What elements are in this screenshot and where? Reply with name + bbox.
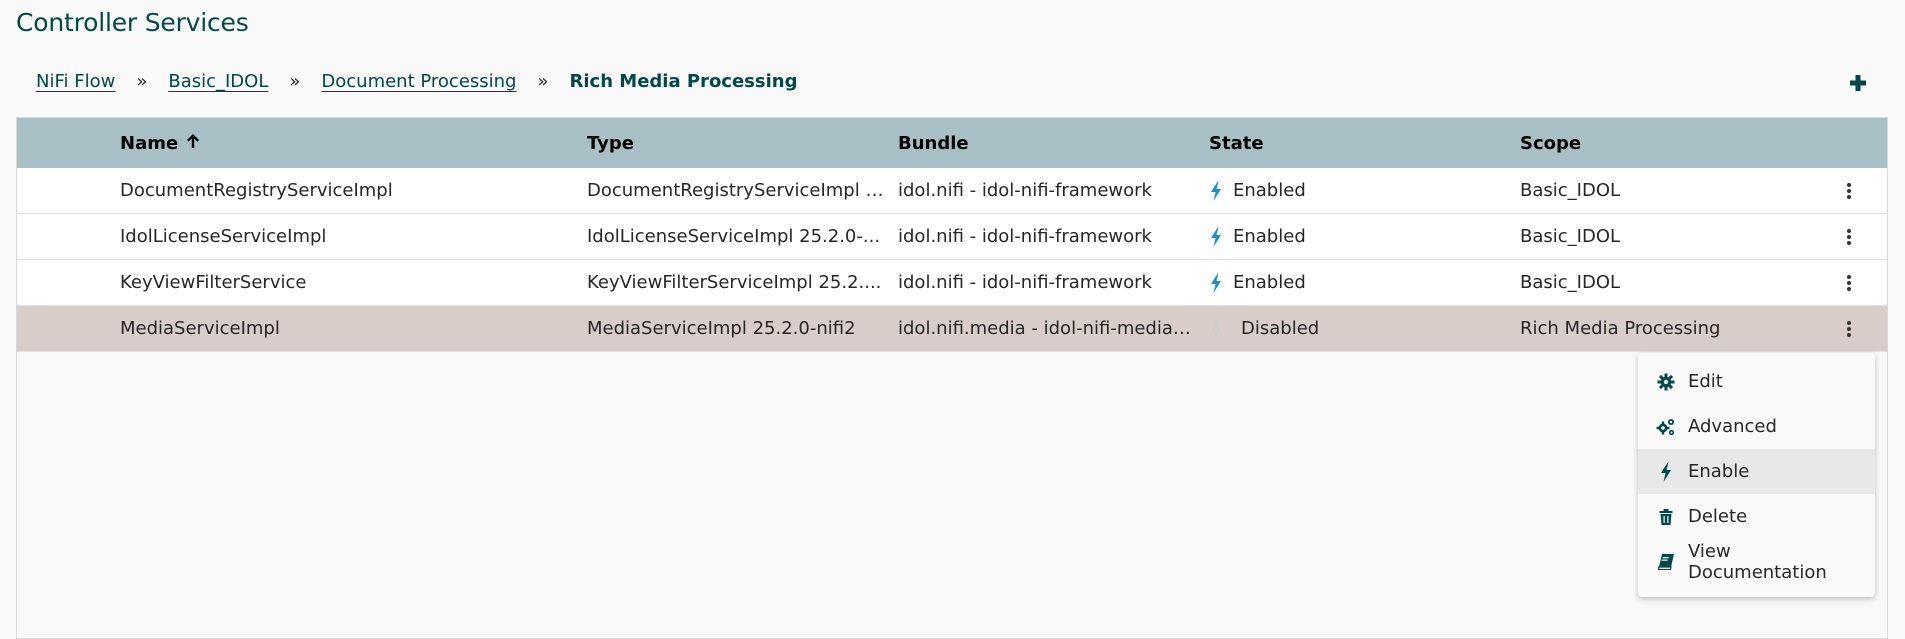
- more-vertical-icon: [1847, 182, 1851, 199]
- row-actions-button[interactable]: [1839, 182, 1859, 200]
- row-actions-button[interactable]: [1839, 228, 1859, 246]
- service-name: IdolLicenseServiceImpl: [120, 226, 327, 247]
- service-type: DocumentRegistryServiceImpl 2...: [587, 180, 887, 201]
- service-bundle: idol.nifi.media - idol-nifi-media-...: [898, 318, 1194, 339]
- menu-item-enable[interactable]: Enable: [1638, 449, 1875, 494]
- column-header-state[interactable]: State: [1209, 133, 1499, 154]
- controller-services-table: Name Type Bundle State Scope DocumentReg…: [16, 117, 1888, 639]
- service-state-label: Enabled: [1233, 272, 1306, 293]
- add-controller-service-button[interactable]: [1847, 72, 1869, 94]
- page-title: Controller Services: [16, 8, 249, 37]
- menu-item-edit[interactable]: Edit: [1638, 359, 1875, 404]
- row-actions-button[interactable]: [1839, 320, 1859, 338]
- service-bundle: idol.nifi - idol-nifi-framework: [898, 180, 1152, 201]
- service-scope: Basic_IDOL: [1520, 180, 1621, 201]
- row-context-menu: Edit Advanced Enable Delete View Documen…: [1638, 353, 1875, 597]
- service-state: Enabled: [1209, 226, 1499, 247]
- breadcrumb-separator: »: [537, 71, 549, 92]
- menu-item-view-documentation[interactable]: View Documentation: [1638, 539, 1875, 584]
- breadcrumb-current: Rich Media Processing: [569, 71, 798, 92]
- bolt-disabled-icon: [1209, 318, 1223, 339]
- column-header-name-label: Name: [120, 132, 179, 154]
- breadcrumb-separator: »: [136, 71, 148, 92]
- service-scope: Basic_IDOL: [1520, 226, 1621, 247]
- service-state-label: Disabled: [1241, 318, 1320, 339]
- service-type: MediaServiceImpl 25.2.0-nifi2: [587, 318, 856, 339]
- service-state-label: Enabled: [1233, 180, 1306, 201]
- breadcrumb: NiFi Flow » Basic_IDOL » Document Proces…: [36, 71, 797, 92]
- service-bundle: idol.nifi - idol-nifi-framework: [898, 226, 1152, 247]
- bolt-icon: [1211, 180, 1221, 201]
- menu-item-label: Enable: [1688, 461, 1750, 482]
- service-state: Enabled: [1209, 180, 1499, 201]
- breadcrumb-separator: »: [289, 71, 301, 92]
- trash-icon: [1656, 507, 1676, 527]
- service-name: KeyViewFilterService: [120, 272, 307, 293]
- table-row[interactable]: DocumentRegistryServiceImpl DocumentRegi…: [17, 168, 1887, 214]
- menu-item-label: Advanced: [1688, 416, 1777, 437]
- column-header-name[interactable]: Name: [120, 133, 570, 154]
- table-row[interactable]: IdolLicenseServiceImpl IdolLicenseServic…: [17, 214, 1887, 260]
- menu-item-label: Delete: [1688, 506, 1748, 527]
- service-name: MediaServiceImpl: [120, 318, 280, 339]
- column-header-scope[interactable]: Scope: [1520, 133, 1810, 154]
- table-row-selected[interactable]: MediaServiceImpl MediaServiceImpl 25.2.0…: [17, 306, 1887, 352]
- table-header: Name Type Bundle State Scope: [17, 118, 1887, 168]
- menu-item-delete[interactable]: Delete: [1638, 494, 1875, 539]
- menu-item-advanced[interactable]: Advanced: [1638, 404, 1875, 449]
- plus-icon: [1850, 75, 1866, 91]
- menu-item-label: View Documentation: [1687, 540, 1827, 583]
- row-actions-button[interactable]: [1839, 274, 1859, 292]
- book-icon: [1656, 552, 1676, 572]
- service-state: Disabled: [1209, 318, 1499, 339]
- breadcrumb-link-document-processing[interactable]: Document Processing: [321, 71, 516, 92]
- sort-ascending-icon: [186, 133, 200, 154]
- bolt-icon: [1656, 461, 1676, 482]
- bolt-icon: [1211, 226, 1221, 247]
- service-name: DocumentRegistryServiceImpl: [120, 180, 393, 201]
- service-state-label: Enabled: [1233, 226, 1306, 247]
- breadcrumb-link-nifi-flow[interactable]: NiFi Flow: [36, 71, 115, 92]
- more-vertical-icon: [1847, 320, 1851, 337]
- gears-icon: [1656, 417, 1676, 437]
- breadcrumb-link-basic-idol[interactable]: Basic_IDOL: [168, 71, 268, 92]
- service-scope: Basic_IDOL: [1520, 272, 1621, 293]
- column-header-type[interactable]: Type: [587, 133, 887, 154]
- menu-item-label: Edit: [1688, 371, 1723, 392]
- service-bundle: idol.nifi - idol-nifi-framework: [898, 272, 1152, 293]
- service-type: KeyViewFilterServiceImpl 25.2....: [587, 272, 882, 293]
- bolt-icon: [1211, 272, 1221, 293]
- more-vertical-icon: [1847, 228, 1851, 245]
- service-scope: Rich Media Processing: [1520, 318, 1721, 339]
- service-state: Enabled: [1209, 272, 1499, 293]
- gear-icon: [1656, 372, 1676, 392]
- service-type: IdolLicenseServiceImpl 25.2.0-...: [587, 226, 881, 247]
- table-row[interactable]: KeyViewFilterService KeyViewFilterServic…: [17, 260, 1887, 306]
- more-vertical-icon: [1847, 274, 1851, 291]
- column-header-bundle[interactable]: Bundle: [898, 133, 1194, 154]
